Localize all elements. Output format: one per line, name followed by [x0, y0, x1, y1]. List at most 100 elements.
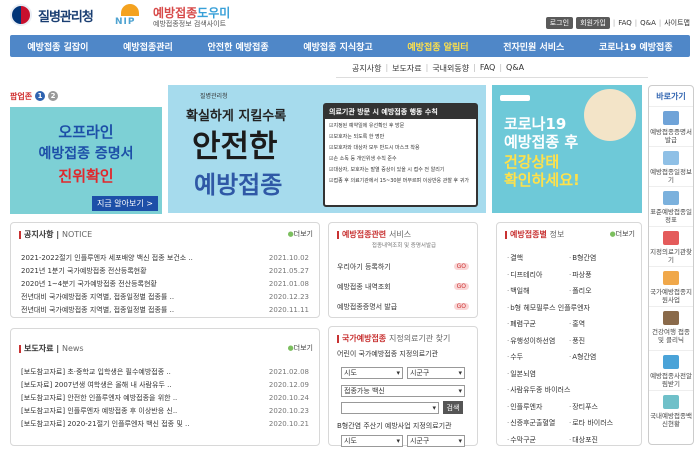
list-item[interactable]: [보도참고자료] 2020-21절기 인플루엔자 백신 접종 및 .. 2020.…	[21, 417, 309, 430]
vaccine-more-link[interactable]: 더보기	[610, 229, 635, 239]
vaccine-item[interactable]: 결핵	[507, 250, 569, 267]
list-item[interactable]: [보도참고자료] 초·중학교 입학생은 필수예방접종 .. 2021.02.08	[21, 365, 309, 378]
press-more-link[interactable]: 더보기	[288, 343, 313, 353]
service-certificate-issue[interactable]: 예방접종증명서 발급 GO	[337, 301, 469, 312]
quick-item-alert[interactable]: 예방접종사전알림받기	[649, 350, 693, 390]
list-item[interactable]: [보도참고자료] 안전한 인플루엔자 예방접종을 위한 .. 2020.10.24	[21, 391, 309, 404]
qna-link[interactable]: Q&A	[640, 19, 656, 27]
quick-item-find-clinic[interactable]: 지정의료기관찾기	[649, 226, 693, 266]
popup-more-button[interactable]: 지금 알아보기 >	[92, 196, 158, 211]
nav-item-safe-vaccination[interactable]: 안전한 예방접종	[208, 40, 269, 53]
signup-button[interactable]: 회원가입	[576, 17, 610, 29]
list-item[interactable]: 전년대비 국가예방접종 지역별, 접종일정별 접종률 .. 2020.12.23	[21, 290, 309, 303]
list-item-title: 전년대비 국가예방접종 지역별, 접종일정별 접종률 ..	[21, 305, 175, 314]
quick-item-label: 지정의료기관찾기	[650, 248, 692, 264]
vaccine-icon	[663, 395, 679, 409]
popup-banner[interactable]: 오프라인 예방접종 증명서 진위확인 지금 알아보기 >	[10, 107, 162, 214]
faq-link[interactable]: FAQ	[618, 19, 632, 27]
login-button[interactable]: 로그인	[545, 17, 574, 29]
nav-item-e-service[interactable]: 전자민원 서비스	[503, 40, 564, 53]
quick-item-certificate[interactable]: 예방접종증명서 발급	[649, 106, 693, 146]
vaccine-item[interactable]: 로타 바이러스	[569, 415, 637, 432]
vaccine-select[interactable]: 접종가능 백신	[341, 385, 465, 397]
service-row-label: 우리아기 등록하기	[337, 262, 391, 271]
list-item[interactable]: 2021-2022절기 인플루엔자 세포배양 백신 접종 보건소 .. 2021.…	[21, 251, 309, 264]
nav-item-covid19[interactable]: 코로나19 예방접종	[599, 40, 673, 53]
quick-item-vaccine-status[interactable]: 국내예방접종백신현황	[649, 390, 693, 442]
subnav-item-qna[interactable]: Q&A	[506, 63, 524, 75]
vaccine-item[interactable]: A형간염	[569, 349, 637, 366]
vaccine-info-title-a: 예방접종별	[510, 230, 547, 239]
nav-item-management[interactable]: 예방접종관리	[123, 40, 173, 53]
sitemap-link[interactable]: 사이트맵	[664, 18, 690, 28]
vaccine-item[interactable]: 풍진	[569, 333, 637, 350]
service-history-lookup[interactable]: 예방접종 내역조회 GO	[337, 281, 469, 292]
list-item[interactable]: 전년대비 국가예방접종 지역별, 접종일정별 접종률 .. 2020.11.11	[21, 303, 309, 316]
sido-select-2[interactable]: 시도	[341, 435, 403, 447]
quick-item-travel[interactable]: 건강여행 접종 및 클리닉	[649, 306, 693, 350]
quick-item-standard-schedule[interactable]: 표준예방접종일정표	[649, 186, 693, 226]
nav-item-guide[interactable]: 예방접종 길잡이	[27, 40, 88, 53]
press-title-en: News	[61, 344, 84, 353]
kdca-logo[interactable]: 질병관리청	[10, 3, 110, 27]
popup-line-1: 오프라인	[58, 123, 114, 141]
vaccine-item[interactable]: 유행성이하선염	[507, 333, 569, 350]
vaccine-item[interactable]: 수두	[507, 349, 569, 366]
list-item-date: 2021.01.08	[268, 279, 309, 288]
covid-line-4: 확인하세요!	[504, 171, 580, 189]
list-item[interactable]: 2020년 1~4분기 국가예방접종 전산등록현황 2021.01.08	[21, 277, 309, 290]
vaccine-item[interactable]: 신증후군출혈열	[507, 415, 569, 432]
vaccine-info-title-b: 정보	[549, 230, 565, 239]
vaccine-item[interactable]: b형 헤모필루스 인플루엔자	[507, 300, 637, 317]
main-banner[interactable]: 질병관리청 확실하게 지킬수록 안전한 예방접종 의료기관 방문 시 예방접종 …	[168, 85, 486, 213]
vaccine-item[interactable]: B형간염	[569, 250, 637, 267]
popup-page-2[interactable]: 2	[48, 91, 59, 101]
service-register-baby[interactable]: 우리아기 등록하기 GO	[337, 261, 469, 272]
nav-item-knowledge[interactable]: 예방접종 지식창고	[303, 40, 372, 53]
quick-item-schedule[interactable]: 예방접종일정보기	[649, 146, 693, 186]
subnav-item-press[interactable]: 보도자료	[392, 63, 421, 75]
vaccine-item[interactable]: 대상포진	[569, 432, 637, 449]
vaccine-item[interactable]: 장티푸스	[569, 399, 637, 416]
quick-item-support[interactable]: 국가예방접종지원사업	[649, 266, 693, 306]
vaccine-item[interactable]: 디프테리아	[507, 267, 569, 284]
sigungu-select-2[interactable]: 시군구	[407, 435, 465, 447]
site-logo[interactable]: NIP 예방접종도우미 예방접종정보 검색사이트	[113, 3, 313, 31]
certificate-icon	[663, 111, 679, 125]
clinic-search-button[interactable]: 검색	[443, 401, 463, 414]
vaccine-item[interactable]: 수막구균	[507, 432, 569, 449]
list-item[interactable]: [보도자료] 2007년생 여학생은 올해 내 사람유두 .. 2020.12.0…	[21, 378, 309, 391]
list-item-title: [보도참고자료] 2020-21절기 인플루엔자 백신 접종 및 ..	[21, 419, 190, 428]
sigungu-select[interactable]: 시군구	[407, 367, 465, 379]
clinic-search-input[interactable]	[341, 402, 439, 414]
popup-page-1[interactable]: 1	[35, 91, 46, 101]
covid-banner[interactable]: 코로나19 예방접종 후 건강상태 확인하세요!	[492, 85, 642, 213]
subnav-item-faq[interactable]: FAQ	[480, 63, 496, 75]
service-description: 접종내역조회 및 증명서발급	[371, 243, 437, 249]
clinic-finder-panel: 국가예방접종 지정의료기관 찾기 어린이 국가예방접종 지정의료기관 시도 시군…	[328, 326, 478, 447]
nav-item-notice-board[interactable]: 예방접종 알림터	[407, 40, 468, 53]
list-item[interactable]: [보도참고자료] 인플루엔자 예방접종 후 이상반응 신.. 2020.10.23	[21, 404, 309, 417]
vaccine-item[interactable]: 파상풍	[569, 267, 637, 284]
vaccine-item[interactable]: 폴리오	[569, 283, 637, 300]
vaccine-item[interactable]: 폐렴구균	[507, 316, 569, 333]
subnav-item-notice[interactable]: 공지사항	[352, 63, 381, 75]
rule-item: 손 소독 등 개인위생 수칙 준수	[329, 154, 472, 165]
covid-line-2: 예방접종 후	[504, 133, 579, 151]
go-badge: GO	[453, 263, 469, 270]
rule-item: 대상자, 보호자는 발열 증상이 있을 시 접수 전 알리기	[329, 165, 472, 176]
sido-select[interactable]: 시도	[341, 367, 403, 379]
quick-item-label: 예방접종사전알림받기	[650, 372, 692, 388]
vaccine-item[interactable]: 백일해	[507, 283, 569, 300]
list-item-title: 2020년 1~4분기 국가예방접종 전산등록현황	[21, 279, 157, 288]
vaccine-item[interactable]: 사람유두종 바이러스	[507, 382, 637, 399]
vaccine-item[interactable]: 일본뇌염	[507, 366, 637, 383]
vaccine-item[interactable]: 홍역	[569, 316, 637, 333]
list-item[interactable]: 2021년 1분기 국가예방접종 전산등록현황 2021.05.27	[21, 264, 309, 277]
quick-item-label: 예방접종증명서 발급	[650, 128, 692, 144]
notice-title-en: NOTICE	[61, 230, 93, 239]
quick-menu: 바로가기 예방접종증명서 발급 예방접종일정보기 표준예방접종일정표 지정의료기…	[648, 85, 694, 445]
vaccine-item[interactable]: 인플루엔자	[507, 399, 569, 416]
subnav-item-trends[interactable]: 국내외동향	[432, 63, 469, 75]
notice-more-link[interactable]: 더보기	[288, 229, 313, 239]
